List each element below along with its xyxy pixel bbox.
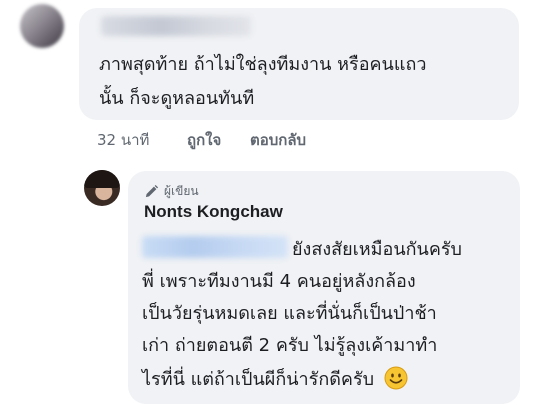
like-button[interactable]: ถูกใจ xyxy=(187,128,221,152)
comment-text: ภาพสุดท้าย ถ้าไม่ใช่ลุงทีมงาน หรือคนแถว … xyxy=(99,54,427,109)
reply-line: เก่า ถ่ายตอนตี 2 ครับ ไม่รู้ลุงเค้ามาทำ xyxy=(142,335,438,356)
reply-line: ยังสงสัยเหมือนกันครับ xyxy=(292,239,462,260)
pencil-icon xyxy=(145,184,159,198)
reply-line: เป็นวัยรุ่นหมดเลย และที่นั่นก็เป็นป่าช้า xyxy=(142,303,437,324)
author-name[interactable]: Nonts Kongchaw xyxy=(144,202,283,222)
author-avatar[interactable] xyxy=(84,170,120,206)
author-badge-label: ผู้เขียน xyxy=(164,184,199,198)
reply-line: พี่ เพราะทีมงานมี 4 คนอยู่หลังกล้อง xyxy=(142,271,416,292)
reply-line-text: ไรที่นี่ แต่ถ้าเป็นผีก็น่ารักดีครับ xyxy=(142,369,375,390)
reply-button[interactable]: ตอบกลับ xyxy=(250,128,306,152)
commenter-name-blurred[interactable] xyxy=(101,16,251,36)
smiley-icon xyxy=(384,366,408,390)
reply-line-last: ไรที่นี่ แต่ถ้าเป็นผีก็น่ารักดีครับ xyxy=(142,364,408,393)
comment-time[interactable]: 32 นาที xyxy=(97,128,149,152)
mention-tag-blurred[interactable] xyxy=(142,236,288,258)
commenter-avatar[interactable] xyxy=(20,4,64,48)
author-badge: ผู้เขียน xyxy=(144,182,199,201)
